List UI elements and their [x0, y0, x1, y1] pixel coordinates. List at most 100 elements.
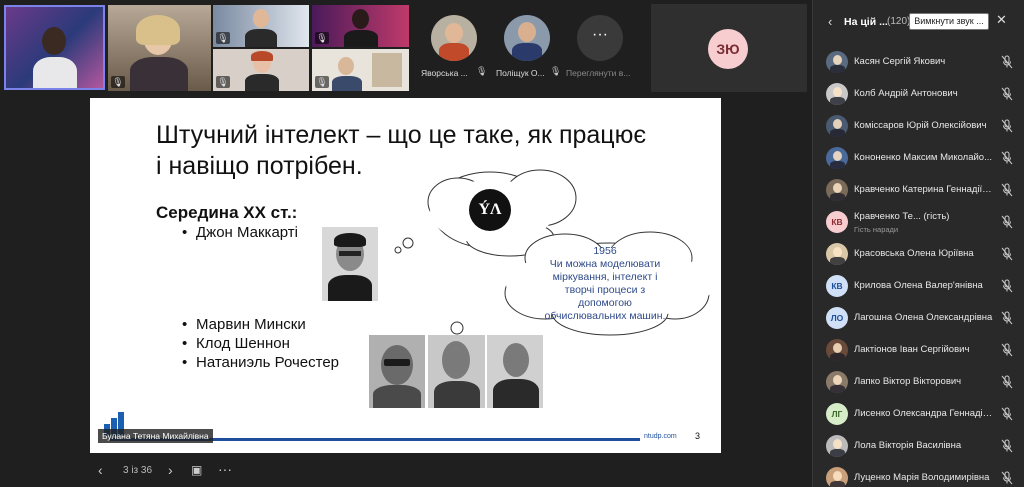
mic-off-icon[interactable] — [1001, 439, 1013, 453]
participant-name: Лапко Віктор Вікторович — [854, 376, 962, 387]
mic-off-icon: 🎙 — [550, 66, 562, 76]
more-options-icon[interactable]: ··· — [218, 461, 232, 477]
slide-page-number: 3 — [695, 431, 701, 441]
mic-off-icon[interactable] — [1001, 87, 1013, 101]
participant-row[interactable]: Касян Сергій Якович — [813, 46, 1024, 78]
participant-name: Лагошна Олена Олександрівна — [854, 312, 993, 323]
participant-row[interactable]: Красовська Олена Юріївна — [813, 238, 1024, 270]
video-tile-self[interactable] — [4, 5, 105, 90]
participant-avatar — [826, 115, 848, 137]
video-tile-participant[interactable]: 🎙 — [312, 5, 409, 47]
bullet-item: Клод Шеннон — [182, 335, 290, 352]
bullet-item: Натаниэль Рочестер — [182, 354, 339, 371]
participant-row[interactable]: КВ Крилова Олена Валер'янівна — [813, 270, 1024, 302]
participant-avatar — [826, 243, 848, 265]
participant-row[interactable]: Лапко Віктор Вікторович — [813, 366, 1024, 398]
participant-name: Красовська Олена Юріївна — [854, 248, 974, 259]
participant-name: Кравченко Те... (гість) — [854, 211, 950, 222]
participant-count: (120) — [887, 16, 911, 27]
mic-off-icon[interactable] — [1001, 375, 1013, 389]
mic-off-icon: 🎙 — [476, 66, 488, 76]
mic-off-icon[interactable] — [1001, 119, 1013, 133]
mic-off-icon[interactable] — [1001, 151, 1013, 165]
participant-avatar[interactable] — [504, 15, 550, 61]
more-participants-button[interactable]: ··· — [577, 15, 623, 61]
mic-off-icon: 🎙 — [216, 32, 230, 44]
next-slide-button[interactable]: › — [168, 462, 173, 478]
mic-off-icon: 🎙 — [315, 76, 329, 88]
participant-name: Кравченко Катерина Геннадіїв... — [854, 184, 994, 195]
participant-name: Комісcаров Юрій Олексійович — [854, 120, 987, 131]
participant-row[interactable]: Кравченко Катерина Геннадіїв... — [813, 174, 1024, 206]
participant-row[interactable]: Кононенко Максим Миколайо... — [813, 142, 1024, 174]
video-tile-participant[interactable]: 🎙 — [312, 49, 409, 91]
participant-role: Гість наради — [854, 225, 899, 234]
mic-off-icon[interactable] — [1001, 247, 1013, 261]
video-tile-initials[interactable]: ЗЮ — [651, 4, 807, 92]
photo-shannon — [428, 335, 485, 408]
mic-off-icon[interactable] — [1001, 311, 1013, 325]
participant-row[interactable]: Лактіонов Іван Сергійович — [813, 334, 1024, 366]
photo-minsky — [369, 335, 425, 408]
participant-avatar — [826, 147, 848, 169]
participant-row[interactable]: Колб Андрій Антонович — [813, 78, 1024, 110]
mic-off-icon[interactable] — [1001, 343, 1013, 357]
participant-avatar[interactable] — [431, 15, 477, 61]
participant-avatar — [826, 435, 848, 457]
participant-name: Лисенко Олександра Геннадіїв... — [854, 408, 994, 419]
back-chevron-icon[interactable]: ‹ — [828, 14, 832, 29]
participant-avatar: КВ — [826, 275, 848, 297]
mute-all-button[interactable]: Вимкнути звук ... — [909, 13, 989, 30]
cloud-line: обчислювальних машин. — [544, 310, 666, 322]
participant-avatar — [826, 467, 848, 487]
panel-header: ‹ На цій ... (120) Вимкнути звук ... ✕ — [813, 0, 1024, 42]
cloud-line: творчі процеси з — [564, 284, 646, 296]
bullet-item: Марвин Мински — [182, 316, 306, 333]
participant-row[interactable]: ЛГ Лисенко Олександра Геннадіїв... — [813, 398, 1024, 430]
view-all-label[interactable]: Переглянути в... — [566, 68, 636, 78]
mic-off-icon[interactable] — [1001, 55, 1013, 69]
participant-row[interactable]: Луценко Марія Володимирівна — [813, 462, 1024, 487]
shared-presentation-slide: Штучний інтелект – що це таке, як працює… — [90, 98, 721, 453]
participant-avatar — [826, 51, 848, 73]
mic-off-icon[interactable] — [1001, 407, 1013, 421]
participant-row[interactable]: Комісcаров Юрій Олексійович — [813, 110, 1024, 142]
participant-name: Луценко Марія Володимирівна — [854, 472, 990, 483]
teams-meeting-window: 🎙 🎙 🎙 🎙 🎙 Яворська ... 🎙 Поліщук О... 🎙 … — [0, 0, 1024, 487]
participant-avatar: ЛО — [826, 307, 848, 329]
participant-avatar — [826, 371, 848, 393]
participant-avatar — [826, 339, 848, 361]
slide-pager: ‹ 3 із 36 › ▣ ··· — [90, 458, 340, 484]
participant-name: Касян Сергій Якович — [854, 56, 946, 67]
participant-avatar: КВ — [826, 211, 848, 233]
participant-name: Кононенко Максим Миколайо... — [854, 152, 992, 163]
slide-position: 3 із 36 — [123, 465, 153, 476]
mic-off-icon[interactable] — [1001, 279, 1013, 293]
participant-avatar: ЛГ — [826, 403, 848, 425]
dartmouth-logo-icon: ÝΛ — [469, 189, 511, 231]
video-tile-participant[interactable]: 🎙 — [213, 5, 309, 47]
mic-off-icon: 🎙 — [315, 32, 329, 44]
participant-avatar — [826, 179, 848, 201]
close-icon[interactable]: ✕ — [996, 12, 1007, 28]
mic-off-icon[interactable] — [1001, 183, 1013, 197]
slide-grid-icon[interactable]: ▣ — [191, 463, 202, 477]
presenter-name-label: Булана Тетяна Михайлівна — [98, 429, 213, 443]
video-tile-speaker[interactable]: 🎙 — [108, 5, 211, 91]
mic-off-icon: 🎙 — [111, 76, 125, 88]
panel-title: На цій ... — [844, 16, 888, 28]
mic-off-icon[interactable] — [1001, 471, 1013, 485]
initials-avatar: ЗЮ — [708, 29, 748, 69]
participant-row[interactable]: Лола Вікторія Василівна — [813, 430, 1024, 462]
cloud-year: 1956 — [593, 245, 617, 257]
video-tile-participant[interactable]: 🎙 — [213, 49, 309, 91]
participant-row[interactable]: КВ Кравченко Те... (гість) Гість наради — [813, 206, 1024, 238]
footer-site: ntudp.com — [644, 433, 677, 440]
participant-row[interactable]: ЛО Лагошна Олена Олександрівна — [813, 302, 1024, 334]
previous-slide-button[interactable]: ‹ — [98, 462, 103, 478]
photo-rochester — [487, 335, 543, 408]
participants-panel: ‹ На цій ... (120) Вимкнути звук ... ✕ К… — [812, 0, 1024, 487]
mic-off-icon: 🎙 — [216, 76, 230, 88]
participant-name: Лола Вікторія Василівна — [854, 440, 962, 451]
mic-off-icon[interactable] — [1001, 215, 1013, 229]
